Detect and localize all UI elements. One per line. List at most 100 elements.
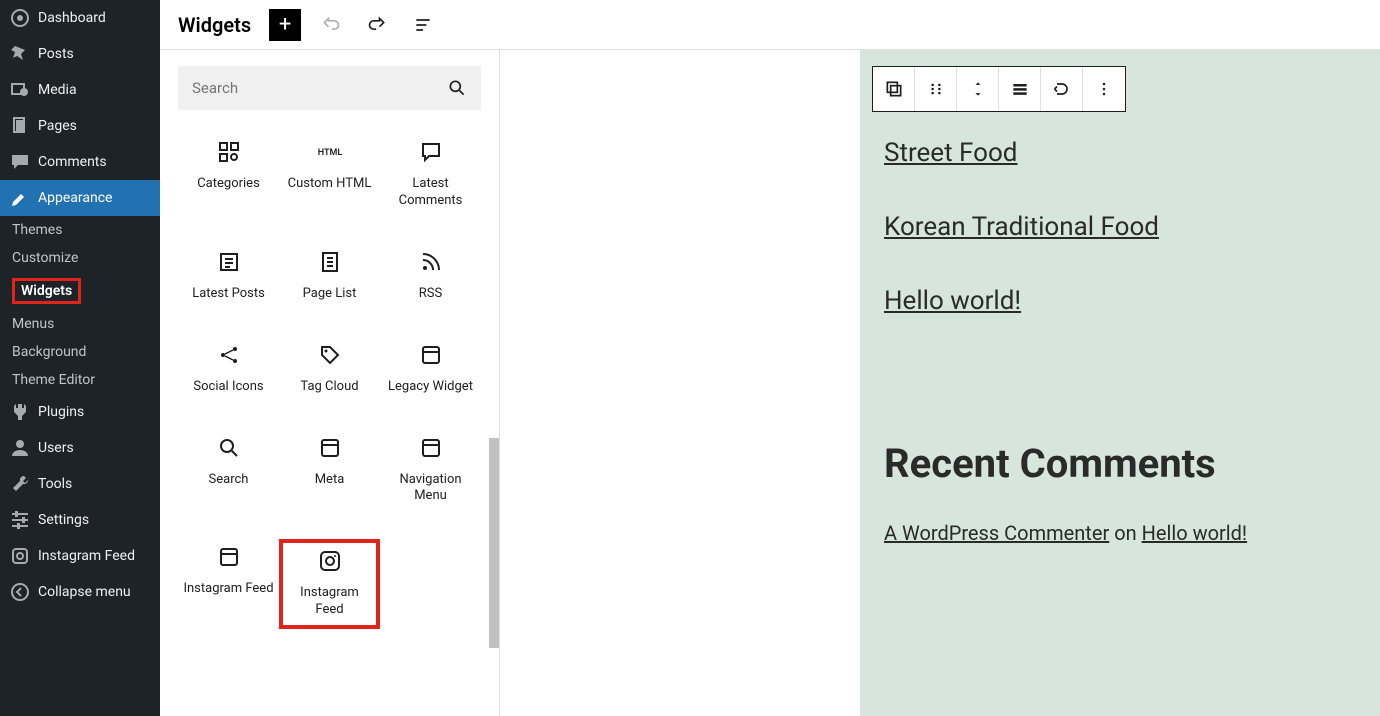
nav-label: Comments [38,154,107,170]
block-search[interactable]: Search [178,430,279,512]
comments-icon [419,140,443,164]
block-navigation-menu[interactable]: Navigation Menu [380,430,481,512]
list-view-button[interactable] [407,9,439,41]
nav-media[interactable]: Media [0,72,160,108]
collapse-icon [10,582,30,602]
block-legacy-widget[interactable]: Legacy Widget [380,337,481,402]
editor-body: Categories HTML Custom HTML Latest Comme… [160,50,1380,716]
nav-label: Instagram Feed [38,548,135,564]
pages-icon [10,116,30,136]
admin-sidebar: Dashboard Posts Media Pages Comments App… [0,0,160,716]
nav-posts[interactable]: Posts [0,36,160,72]
block-latest-comments[interactable]: Latest Comments [380,134,481,216]
nav-label: Appearance [38,190,112,206]
nav-appearance[interactable]: Appearance [0,180,160,216]
block-instagram-feed-1[interactable]: Instagram Feed [178,539,279,629]
block-latest-posts[interactable]: Latest Posts [178,244,279,309]
search-box[interactable] [178,66,481,110]
toolbar-align[interactable] [999,67,1041,111]
block-grid: Categories HTML Custom HTML Latest Comme… [178,134,481,629]
block-social-icons[interactable]: Social Icons [178,337,279,402]
inserter-scrollbar[interactable] [487,50,499,716]
editor: Widgets + Categories HTML Custom HTML [160,0,1380,716]
nav-instagram-feed[interactable]: Instagram Feed [0,538,160,574]
block-type-icon [884,79,904,99]
nav-tools[interactable]: Tools [0,466,160,502]
nav-label: Pages [38,118,77,134]
rss-icon [419,250,443,274]
block-label: Navigation Menu [382,472,479,506]
comment-entry: A WordPress Commenter on Hello world! [884,521,1352,545]
redo-icon [367,15,387,35]
media-icon [10,80,30,100]
comment-post-link[interactable]: Hello world! [1142,521,1247,545]
instagram-feed-icon [217,545,241,569]
block-label: Categories [197,176,260,193]
search-input[interactable] [192,79,447,97]
block-rss[interactable]: RSS [380,244,481,309]
toolbar-move[interactable] [957,67,999,111]
block-page-list[interactable]: Page List [279,244,380,309]
drag-icon [926,79,946,99]
block-instagram-feed-2[interactable]: Instagram Feed [279,539,380,629]
toolbar-drag-handle[interactable] [915,67,957,111]
block-label: Tag Cloud [300,379,358,396]
nav-label: Settings [38,512,89,528]
block-inserter: Categories HTML Custom HTML Latest Comme… [160,50,500,716]
block-tag-cloud[interactable]: Tag Cloud [279,337,380,402]
subnav-background[interactable]: Background [0,338,160,366]
meta-icon [318,436,342,460]
subnav-themes[interactable]: Themes [0,216,160,244]
nav-label: Dashboard [38,10,106,26]
add-block-button[interactable]: + [269,9,301,41]
block-label: Latest Comments [382,176,479,210]
block-label: Instagram Feed [183,581,273,598]
nav-pages[interactable]: Pages [0,108,160,144]
comment-on-text: on [1109,521,1141,545]
nav-label: Tools [38,476,72,492]
nav-users[interactable]: Users [0,430,160,466]
post-link[interactable]: Street Food [884,138,1017,168]
toolbar-move-to[interactable] [1041,67,1083,111]
block-label: Latest Posts [192,286,265,303]
subnav-customize[interactable]: Customize [0,244,160,272]
redo-button[interactable] [361,9,393,41]
subnav-theme-editor[interactable]: Theme Editor [0,366,160,394]
commenter-link[interactable]: A WordPress Commenter [884,521,1109,545]
widget-area[interactable]: Street Food Korean Traditional Food Hell… [860,50,1380,716]
list-icon [413,15,433,35]
block-custom-html[interactable]: HTML Custom HTML [279,134,380,216]
nav-dashboard[interactable]: Dashboard [0,0,160,36]
post-link[interactable]: Korean Traditional Food [884,212,1159,242]
tag-icon [318,343,342,367]
page-title: Widgets [178,13,251,37]
nav-settings[interactable]: Settings [0,502,160,538]
scrollbar-thumb[interactable] [489,438,499,648]
undo-button[interactable] [315,9,347,41]
block-toolbar [872,66,1126,112]
nav-collapse[interactable]: Collapse menu [0,574,160,610]
block-label: Legacy Widget [388,379,473,396]
undo-icon [321,15,341,35]
subnav-menus[interactable]: Menus [0,310,160,338]
nav-plugins[interactable]: Plugins [0,394,160,430]
pin-icon [10,44,30,64]
nav-comments[interactable]: Comments [0,144,160,180]
latest-posts-block[interactable]: Street Food Korean Traditional Food Hell… [884,138,1352,360]
plug-icon [10,402,30,422]
user-icon [10,438,30,458]
toolbar-block-type[interactable] [873,67,915,111]
posts-icon [217,250,241,274]
move-to-icon [1052,79,1072,99]
toolbar-more[interactable] [1083,67,1125,111]
post-link[interactable]: Hello world! [884,286,1021,316]
block-meta[interactable]: Meta [279,430,380,512]
categories-icon [217,140,241,164]
editor-topbar: Widgets + [160,0,1380,50]
page-list-icon [318,250,342,274]
block-categories[interactable]: Categories [178,134,279,216]
block-label: Social Icons [193,379,263,396]
nav-menu-icon [419,436,443,460]
instagram-block-icon [318,549,342,573]
subnav-widgets[interactable]: Widgets [0,272,160,310]
